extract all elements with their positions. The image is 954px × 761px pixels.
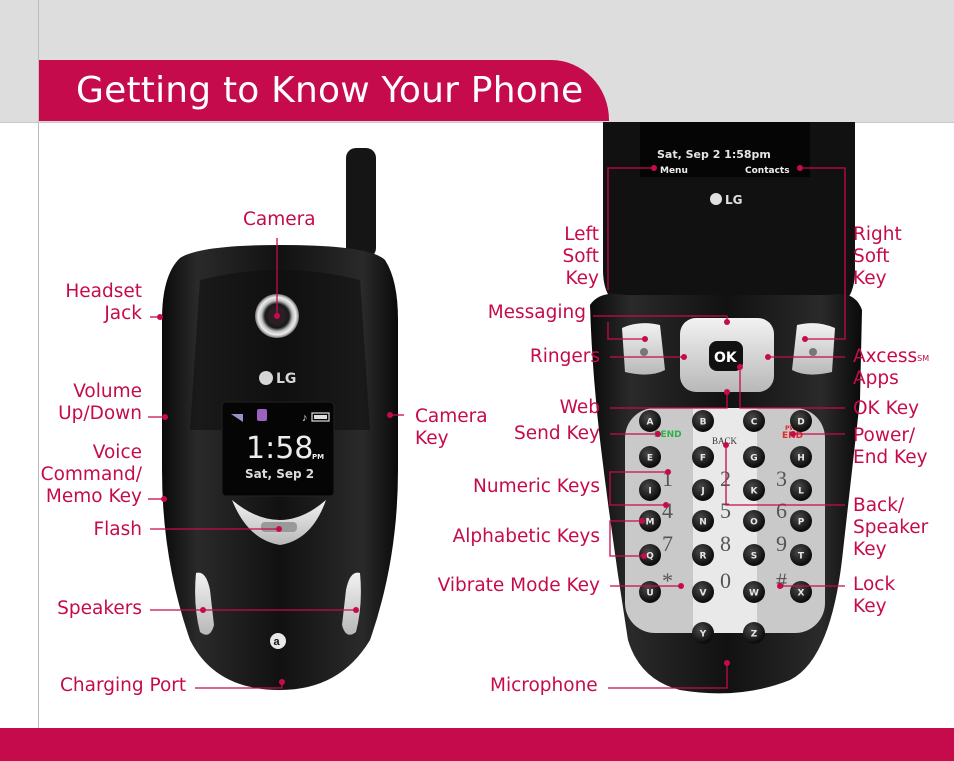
phone-illustration: LG ♪ 1:58 PM Sat, Sep 2 a Sat, Sep 2 1:5… xyxy=(148,122,862,694)
numeric-key-0[interactable]: 0 xyxy=(720,568,731,593)
svg-text:OK: OK xyxy=(714,350,738,366)
numeric-key-3[interactable]: 3 xyxy=(776,466,787,491)
label-line: Up/Down xyxy=(58,403,142,424)
label-microphone: Microphone xyxy=(490,675,598,696)
music-icon: ♪ xyxy=(302,412,308,424)
label-voice-command: Voice Command/ Memo Key xyxy=(30,442,142,508)
label-line: Key xyxy=(853,268,887,289)
label-line: AxcessSM xyxy=(853,346,929,368)
service-mark: SM xyxy=(917,354,930,363)
letter-key-label: T xyxy=(798,552,805,562)
label-line: Headset xyxy=(65,281,142,302)
svg-text:a: a xyxy=(274,636,281,648)
label-messaging: Messaging xyxy=(487,302,586,323)
letter-key-label: L xyxy=(798,487,804,497)
external-date: Sat, Sep 2 xyxy=(245,467,314,481)
label-send-key: Send Key xyxy=(513,423,600,444)
label-ringers: Ringers xyxy=(529,346,600,367)
label-line: Key xyxy=(853,596,887,617)
label-left-soft-key: Left Soft Key xyxy=(540,224,599,290)
letter-key-label: V xyxy=(700,589,707,599)
letter-key-label: F xyxy=(700,454,706,464)
label-lock-key: Lock Key xyxy=(853,574,895,618)
letter-key-label: R xyxy=(700,552,707,562)
label-line: End Key xyxy=(853,447,928,468)
letter-key-label: Y xyxy=(699,630,707,640)
label-line: Memo Key xyxy=(45,486,142,507)
softkey-menu-text: Menu xyxy=(660,166,688,176)
letter-key-label: J xyxy=(700,487,704,497)
antenna xyxy=(346,148,376,258)
external-clock: 1:58 xyxy=(246,431,313,466)
numeric-key-6[interactable]: 6 xyxy=(776,498,787,523)
letter-key-label: K xyxy=(751,487,759,497)
letter-key-label: Q xyxy=(646,552,654,562)
label-line: Right xyxy=(853,224,902,245)
letter-key-label: C xyxy=(751,418,758,428)
label-line: Volume xyxy=(73,381,142,402)
label-line: Command/ xyxy=(40,464,142,485)
numeric-key-4[interactable]: 4 xyxy=(662,498,673,523)
external-ampm: PM xyxy=(312,453,324,461)
label-line: Speaker xyxy=(853,517,929,538)
letter-key-label: O xyxy=(750,518,758,528)
letter-key-label: U xyxy=(646,589,653,599)
label-camera: Camera xyxy=(243,209,316,230)
label-axcess-apps: AxcessSM Apps xyxy=(853,346,929,390)
numeric-key-7[interactable]: 7 xyxy=(662,531,673,556)
label-power-end: Power/ End Key xyxy=(853,425,928,469)
numeric-key-9[interactable]: 9 xyxy=(776,531,787,556)
data-icon xyxy=(257,409,267,421)
letter-key-label: W xyxy=(749,589,759,599)
letter-key-label: I xyxy=(648,487,651,497)
letter-key-label: B xyxy=(700,418,707,428)
label-line: Apps xyxy=(853,368,899,389)
label-line: Back/ xyxy=(853,495,905,516)
label-line: Soft xyxy=(562,246,599,267)
softkey-contacts-text: Contacts xyxy=(745,166,790,176)
letter-key-label: A xyxy=(647,418,654,428)
label-line: Key xyxy=(565,268,599,289)
label-axcess: Axcess xyxy=(853,346,918,367)
label-line: Soft xyxy=(853,246,890,267)
label-speakers: Speakers xyxy=(57,598,142,619)
label-line: Lock xyxy=(853,574,896,595)
label-flash: Flash xyxy=(93,519,142,540)
label-line: Key xyxy=(853,539,887,560)
label-line: Voice xyxy=(92,442,142,463)
label-charging-port: Charging Port xyxy=(60,675,187,696)
label-web: Web xyxy=(559,397,600,418)
label-right-soft-key: Right Soft Key xyxy=(853,224,902,290)
numeric-key-#[interactable]: # xyxy=(776,568,787,593)
lg-logo-closed: LG xyxy=(259,371,296,387)
letter-key-label: G xyxy=(750,454,757,464)
numeric-key-8[interactable]: 8 xyxy=(720,531,731,556)
label-volume: Volume Up/Down xyxy=(30,381,142,425)
letter-key-label: P xyxy=(798,518,805,528)
label-vibrate-mode: Vibrate Mode Key xyxy=(437,575,600,596)
label-headset-jack: Headset Jack xyxy=(40,281,142,325)
label-ok-key: OK Key xyxy=(853,398,920,419)
letter-key-label: D xyxy=(797,418,804,428)
letter-key-label: Z xyxy=(751,630,758,640)
internal-datetime: Sat, Sep 2 1:58pm xyxy=(657,148,771,161)
letter-key-label: E xyxy=(647,454,653,464)
label-numeric-keys: Numeric Keys xyxy=(473,476,600,497)
svg-text:LG: LG xyxy=(276,371,296,387)
letter-key-label: H xyxy=(797,454,805,464)
numeric-key-*[interactable]: * xyxy=(662,568,673,593)
svg-text:LG: LG xyxy=(725,193,743,207)
label-back-speaker: Back/ Speaker Key xyxy=(853,495,928,561)
label-alphabetic-keys: Alphabetic Keys xyxy=(452,526,600,547)
letter-key-label: X xyxy=(798,589,805,599)
letter-key-label: M xyxy=(646,518,655,528)
letter-key-label: N xyxy=(699,518,707,528)
label-line: Left xyxy=(564,224,599,245)
label-line: Power/ xyxy=(853,425,916,446)
label-line: Jack xyxy=(104,303,142,324)
letter-key-label: S xyxy=(751,552,757,562)
